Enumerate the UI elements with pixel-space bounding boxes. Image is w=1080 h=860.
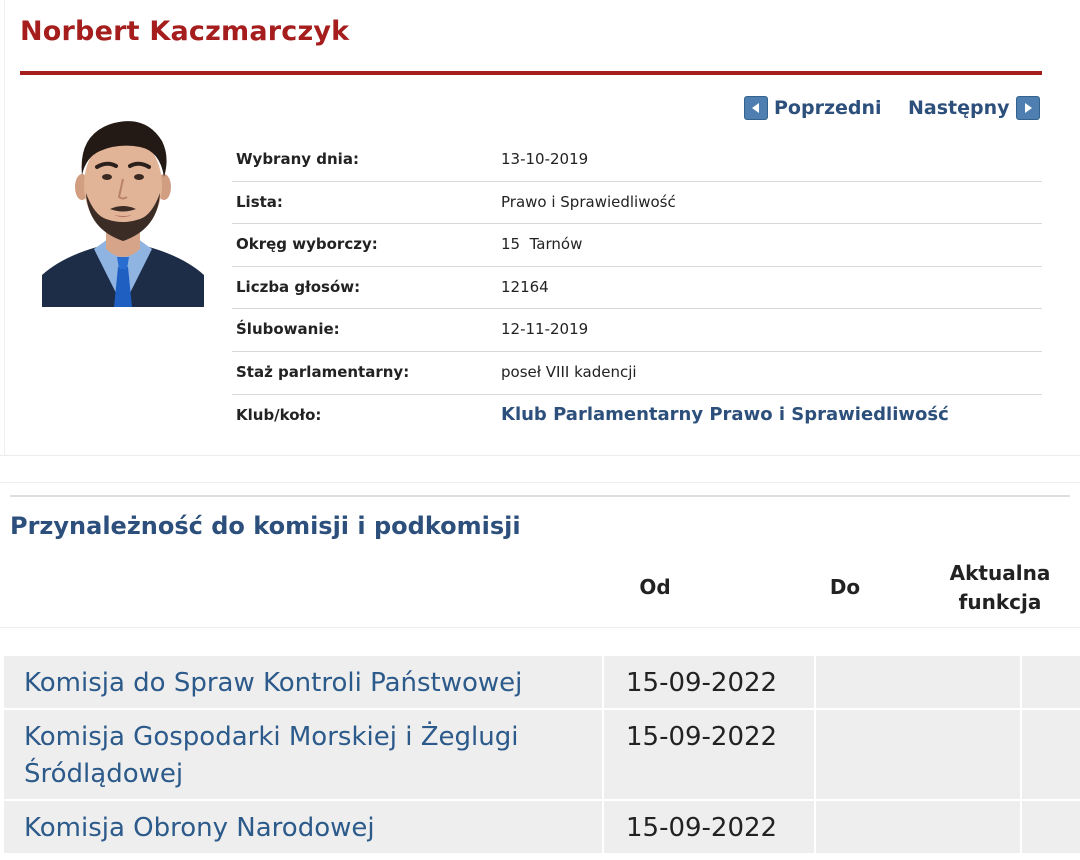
from-cell: 15-09-2022 [604, 710, 816, 799]
to-cell [816, 801, 1022, 853]
committees-heading: Przynależność do komisji i podkomisji [10, 512, 521, 540]
card-edge [4, 0, 5, 456]
info-value: Prawo i Sprawiedliwość [501, 192, 676, 211]
committees-header-card: Przynależność do komisji i podkomisji Od… [0, 482, 1080, 628]
committee-link[interactable]: Komisja Obrony Narodowej [24, 810, 602, 847]
function-cell [1022, 801, 1080, 853]
info-label: Wybrany dnia: [236, 150, 359, 168]
committee-link-line1: Komisja Gospodarki Morskiej i Żeglugi [24, 722, 519, 752]
arrow-left-icon [744, 96, 768, 120]
info-label: Staż parlamentarny: [236, 362, 410, 381]
info-label: Okręg wyborczy: [236, 235, 378, 254]
info-row-district: Okręg wyborczy: 15 Tarnów [232, 224, 1042, 267]
info-label: Liczba głosów: [236, 277, 361, 296]
column-header-function-line1: Aktualna [949, 561, 1051, 585]
committee-cell: Komisja do Spraw Kontroli Państwowej [4, 656, 604, 708]
next-link-label: Następny [908, 97, 1010, 119]
section-divider [10, 495, 1070, 497]
committee-cell: Komisja Gospodarki Morskiej i Żeglugi Śr… [4, 710, 604, 799]
club-link[interactable]: Klub Parlamentarny Prawo i Sprawiedliwoś… [501, 404, 949, 425]
info-value: 12-11-2019 [501, 320, 589, 339]
function-cell [1022, 656, 1080, 708]
info-row-list: Lista: Prawo i Sprawiedliwość [232, 182, 1042, 225]
info-value: 13-10-2019 [501, 150, 589, 168]
from-date: 15-09-2022 [626, 813, 778, 843]
next-link[interactable]: Następny [908, 96, 1040, 120]
column-header-od: Od [639, 575, 671, 599]
table-row: Komisja Obrony Narodowej 15-09-2022 [4, 801, 1080, 855]
committee-link[interactable]: Komisja do Spraw Kontroli Państwowej [24, 665, 602, 702]
info-value: poseł VIII kadencji [501, 362, 637, 381]
column-header-do: Do [829, 575, 861, 599]
portrait-photo [42, 107, 204, 307]
committee-link-line2: Śródlądowej [24, 759, 184, 789]
info-label: Ślubowanie: [236, 320, 340, 339]
info-row-votes: Liczba głosów: 12164 [232, 267, 1042, 310]
info-row-elected: Wybrany dnia: 13-10-2019 [232, 139, 1042, 182]
page-title: Norbert Kaczmarczyk [20, 16, 350, 47]
committee-link[interactable]: Komisja Gospodarki Morskiej i Żeglugi Śr… [24, 719, 602, 793]
info-row-oath: Ślubowanie: 12-11-2019 [232, 309, 1042, 352]
previous-link-label: Poprzedni [774, 97, 882, 119]
from-date: 15-09-2022 [626, 722, 778, 752]
to-cell [816, 710, 1022, 799]
column-header-function-line2: funkcja [958, 590, 1042, 614]
from-cell: 15-09-2022 [604, 801, 816, 853]
info-row-tenure: Staż parlamentarny: poseł VIII kadencji [232, 352, 1042, 395]
profile-info-table: Wybrany dnia: 13-10-2019 Lista: Prawo i … [232, 139, 1042, 437]
column-header-function: Aktualna funkcja [930, 559, 1070, 617]
info-label: Lista: [236, 192, 283, 211]
profile-card: Norbert Kaczmarczyk Poprzedni Następny W… [0, 0, 1080, 456]
committee-cell: Komisja Obrony Narodowej [4, 801, 604, 853]
from-cell: 15-09-2022 [604, 656, 816, 708]
title-divider [20, 71, 1042, 75]
previous-link[interactable]: Poprzedni [744, 96, 882, 120]
to-cell [816, 656, 1022, 708]
arrow-right-icon [1015, 96, 1040, 120]
info-value: 15 Tarnów [501, 235, 583, 254]
from-date: 15-09-2022 [626, 668, 778, 698]
committees-table: Komisja do Spraw Kontroli Państwowej 15-… [4, 656, 1080, 860]
table-row: Komisja do Spraw Kontroli Państwowej 15-… [4, 656, 1080, 710]
function-cell [1022, 710, 1080, 799]
info-label: Klub/koło: [236, 405, 322, 424]
table-row: Komisja Gospodarki Morskiej i Żeglugi Śr… [4, 710, 1080, 801]
info-row-club: Klub/koło: Klub Parlamentarny Prawo i Sp… [232, 395, 1042, 438]
info-value: 12164 [501, 277, 549, 296]
